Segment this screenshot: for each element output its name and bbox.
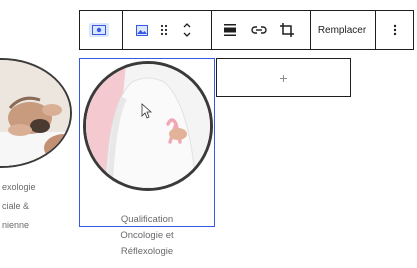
caption-line: nienne xyxy=(2,220,30,230)
image-icon xyxy=(136,24,148,36)
caption-line: ciale & xyxy=(2,201,30,211)
link-icon xyxy=(251,26,267,34)
block-type-button[interactable] xyxy=(84,11,114,49)
drag-handle-button[interactable] xyxy=(156,11,172,49)
team-photo-massage[interactable] xyxy=(0,58,72,168)
plus-icon: + xyxy=(279,69,288,86)
image-block-icon xyxy=(89,23,109,37)
selected-image-block[interactable] xyxy=(79,58,215,227)
options-button[interactable] xyxy=(380,11,410,49)
team-card-previous[interactable]: exologie ciale & nienne xyxy=(0,58,80,268)
add-block-button[interactable]: + xyxy=(216,58,351,97)
insert-link-button[interactable] xyxy=(248,11,270,49)
selected-card-caption: Qualification Oncologie et Réflexologie xyxy=(79,212,215,260)
vertical-dots-icon xyxy=(393,24,397,36)
caption-line: Réflexologie xyxy=(120,246,174,257)
replace-button[interactable]: Remplacer xyxy=(311,11,373,49)
chevron-up-down-icon xyxy=(183,23,191,37)
previous-card-caption: exologie ciale & nienne xyxy=(2,178,80,235)
replace-button-label: Remplacer xyxy=(317,24,367,36)
caption-line: Oncologie et xyxy=(120,230,174,241)
block-toolbar: Remplacer xyxy=(79,10,414,50)
crop-icon xyxy=(280,23,294,37)
align-icon xyxy=(224,24,236,36)
caption-line: exologie xyxy=(2,182,36,192)
move-up-down-button[interactable] xyxy=(178,11,196,49)
team-photo-oncology[interactable] xyxy=(83,61,213,191)
drag-handle-icon xyxy=(160,24,168,36)
align-button[interactable] xyxy=(219,11,241,49)
image-transform-button[interactable] xyxy=(132,11,152,49)
caption-line: Qualification xyxy=(120,214,174,225)
crop-button[interactable] xyxy=(276,11,298,49)
